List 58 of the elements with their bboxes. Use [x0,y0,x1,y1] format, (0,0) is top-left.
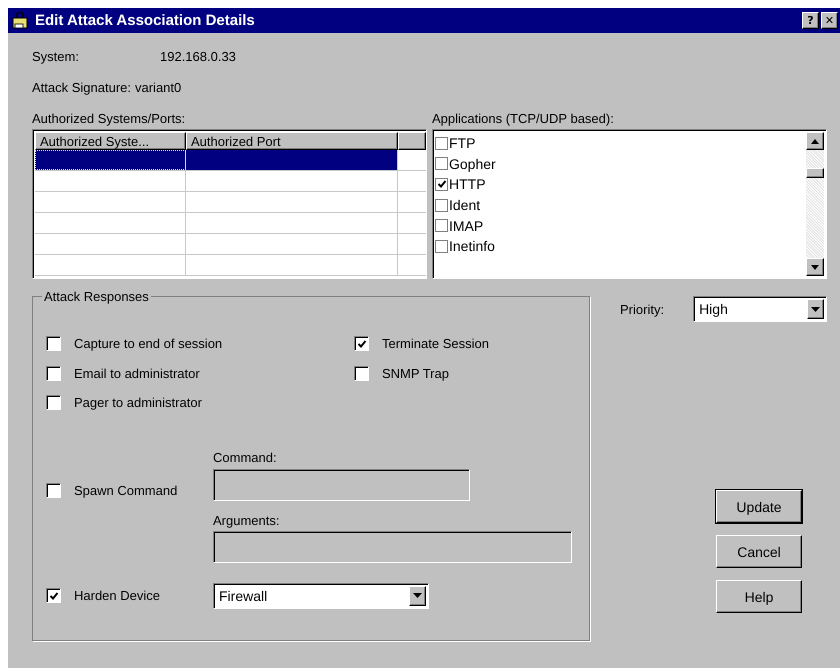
system-value: 192.168.0.33 [160,49,236,64]
checkbox-label: Spawn Command [74,482,178,498]
application-label: Inetinfo [449,238,495,254]
checkbox[interactable] [354,336,369,352]
checkbox[interactable] [46,482,61,498]
checkbox[interactable] [435,198,448,212]
priority-dropdown[interactable]: High [693,296,828,322]
application-label: Ident [449,197,480,214]
close-button[interactable]: ✕ [821,12,838,29]
checkbox[interactable] [435,240,448,253]
section-label: Authorized Systems/Ports: [32,111,186,128]
checkbox[interactable] [46,588,61,604]
application-label: HTTP [449,176,486,192]
field-label: Arguments: [213,512,280,530]
checkbox[interactable] [46,366,61,381]
checkbox-label: SNMP Trap [382,366,449,381]
window-title: Edit Attack Association Details [35,12,256,29]
field-label: System: [32,49,80,64]
scroll-thumb[interactable] [806,168,824,178]
table-row[interactable] [35,150,426,171]
dropdown-arrow-icon [811,306,820,312]
scrollbar[interactable] [806,132,824,276]
scroll-up-icon [811,138,819,144]
column-header[interactable]: Authorized Syste... [35,132,186,150]
group-title: Attack Responses [43,289,150,304]
application-label: FTP [449,135,476,152]
column-header[interactable] [398,132,426,150]
check-icon [48,590,58,601]
checkbox[interactable] [46,336,61,352]
checkbox-label: Terminate Session [382,336,489,352]
check-icon [436,179,446,190]
device-dropdown[interactable]: Firewall [213,582,429,609]
checkbox[interactable] [354,366,369,381]
dialog-button[interactable]: Update [716,490,802,523]
help-button[interactable]: ? [802,12,819,29]
checkbox[interactable] [435,219,448,232]
dialog-button[interactable]: Cancel [716,535,802,568]
section-label: Applications (TCP/UDP based): [432,111,615,128]
signature-value: variant0 [135,80,182,95]
scroll-down-icon [811,264,819,270]
checkbox-label: Harden Device [74,588,160,604]
checkbox[interactable] [435,178,448,191]
checkbox-label: Email to administrator [74,366,200,381]
application-label: IMAP [449,218,484,234]
checkbox[interactable] [435,136,448,150]
check-icon [356,338,366,349]
field-label: Priority: [620,302,664,316]
dropdown-arrow-icon [413,593,422,598]
application-label: Gopher [449,156,496,172]
lock-icon [12,12,30,30]
dialog-button[interactable]: Help [716,580,802,613]
field-label: Attack Signature: [32,80,131,95]
checkbox[interactable] [46,395,61,410]
column-header[interactable]: Authorized Port [186,132,398,150]
field-label: Command: [213,449,278,467]
checkbox-label: Pager to administrator [74,395,202,410]
checkbox-label: Capture to end of session [74,336,222,352]
checkbox[interactable] [435,157,448,170]
